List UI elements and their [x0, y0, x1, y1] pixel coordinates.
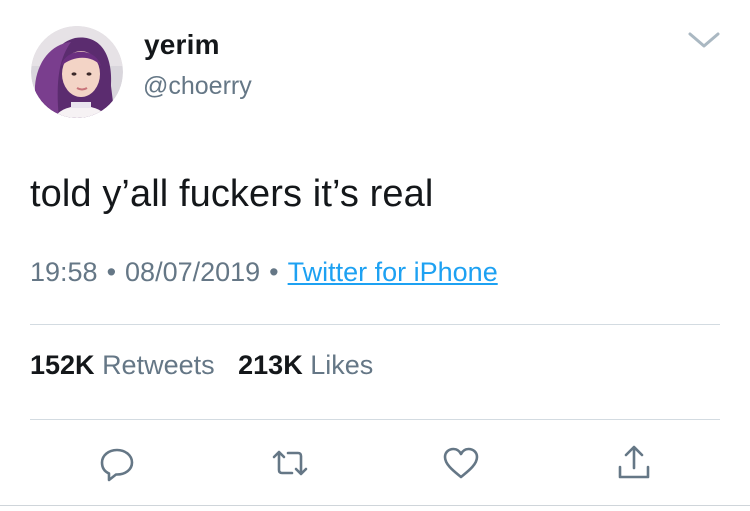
user-handle[interactable]: @choerry [143, 71, 252, 101]
likes-stat[interactable]: 213K Likes [238, 348, 373, 382]
share-icon[interactable] [614, 443, 654, 483]
display-name[interactable]: yerim [144, 28, 220, 62]
avatar-photo [31, 26, 123, 118]
meta-separator: • [269, 257, 279, 287]
tweet-text: told y’all fuckers it’s real [30, 173, 434, 215]
likes-label: Likes [310, 350, 374, 380]
chevron-down-icon[interactable] [686, 28, 722, 52]
reply-icon[interactable] [97, 443, 137, 483]
likes-count: 213K [238, 350, 303, 380]
retweet-icon[interactable] [270, 443, 310, 483]
divider [30, 419, 720, 420]
tweet-date: 08/07/2019 [125, 257, 261, 287]
bottom-border [0, 505, 750, 506]
heart-icon[interactable] [441, 443, 481, 483]
tweet-meta: 19:58 • 08/07/2019 • Twitter for iPhone [30, 255, 498, 289]
tweet-source-link[interactable]: Twitter for iPhone [288, 257, 498, 287]
avatar[interactable] [31, 26, 123, 118]
action-bar [0, 443, 750, 489]
meta-separator: • [106, 257, 117, 287]
retweets-count: 152K [30, 350, 95, 380]
tweet-time: 19:58 [30, 257, 98, 287]
tweet-stats: 152K Retweets 213K Likes [30, 348, 373, 382]
divider [30, 324, 720, 325]
retweets-stat[interactable]: 152K Retweets [30, 348, 215, 382]
retweets-label: Retweets [102, 350, 215, 380]
